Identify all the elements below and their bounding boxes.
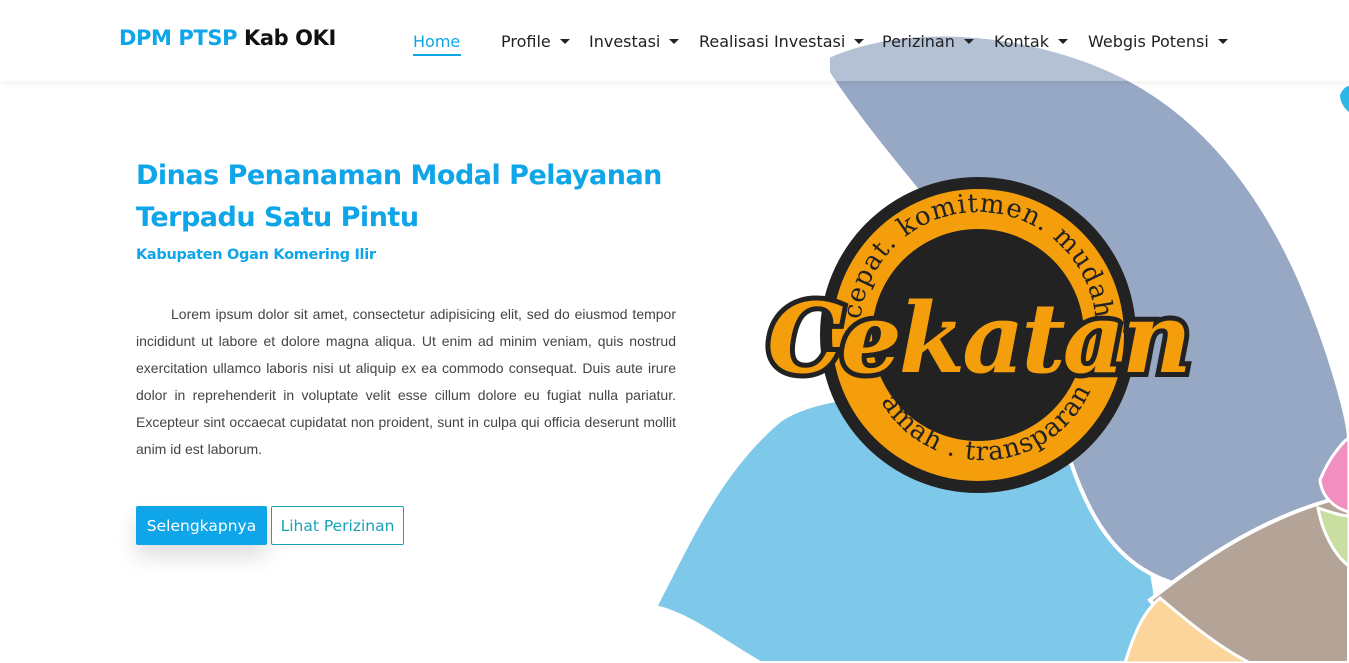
brand-primary-text: DPM PTSP (119, 26, 238, 50)
caret-down-icon (854, 38, 865, 44)
nav-profile[interactable]: Profile (501, 29, 570, 53)
nav-realisasi-label: Realisasi Investasi (699, 31, 846, 51)
nav-realisasi-investasi[interactable]: Realisasi Investasi (699, 29, 865, 53)
nav-profile-label: Profile (501, 31, 551, 51)
nav-webgis-potensi[interactable]: Webgis Potensi (1088, 29, 1228, 53)
cyan-shape (1340, 86, 1349, 112)
nav-perizinan[interactable]: Perizinan (882, 29, 974, 53)
nav-webgis-label: Webgis Potensi (1088, 31, 1209, 51)
active-nav-underline (413, 54, 461, 56)
top-navbar: DPM PTSP Kab OKI Home Profile Investasi … (0, 0, 1349, 81)
nav-investasi[interactable]: Investasi (589, 29, 680, 53)
nav-home[interactable]: Home (413, 29, 460, 53)
caret-down-icon (669, 38, 680, 44)
caret-down-icon (963, 38, 974, 44)
hero-title: Dinas Penanaman Modal Pelayanan Terpadu … (136, 155, 696, 239)
hero-subtitle: Kabupaten Ogan Komering Ilir (136, 247, 376, 263)
caret-down-icon (1217, 38, 1228, 44)
nav-kontak[interactable]: Kontak (994, 29, 1068, 53)
hero-title-line1: Dinas Penanaman Modal Pelayanan (136, 160, 662, 191)
lihat-perizinan-button[interactable]: Lihat Perizinan (271, 506, 404, 545)
caret-down-icon (1057, 38, 1068, 44)
hero-title-line2: Terpadu Satu Pintu (136, 202, 419, 233)
site-brand[interactable]: DPM PTSP Kab OKI (119, 26, 336, 50)
hero-paragraph: Lorem ipsum dolor sit amet, consectetur … (136, 306, 676, 457)
logo-wordmark: Cekatan (767, 282, 1189, 395)
nav-kontak-label: Kontak (994, 31, 1049, 51)
brand-secondary-text: Kab OKI (244, 26, 336, 50)
nav-home-label: Home (413, 31, 461, 51)
nav-investasi-label: Investasi (589, 31, 661, 51)
cekatan-logo: cepat. komitmen. mudah ramah . transpara… (730, 160, 1197, 493)
nav-perizinan-label: Perizinan (882, 31, 955, 51)
caret-down-icon (559, 38, 570, 44)
selengkapnya-button[interactable]: Selengkapnya (136, 506, 267, 545)
